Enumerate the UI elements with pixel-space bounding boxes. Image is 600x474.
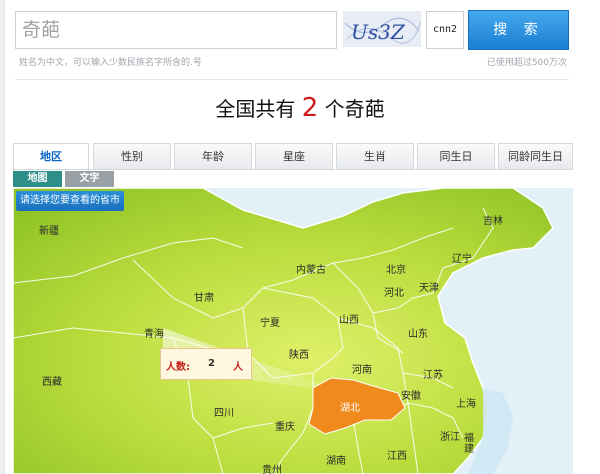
province-label-ningxia[interactable]: 宁夏 <box>260 314 280 329</box>
province-label-jiangsu[interactable]: 江苏 <box>423 366 443 381</box>
province-label-fujian[interactable]: 福建 <box>464 433 476 455</box>
province-label-sichuan[interactable]: 四川 <box>214 404 234 419</box>
province-label-shaanxi[interactable]: 陕西 <box>289 346 309 361</box>
province-label-jilin[interactable]: 吉林 <box>483 212 503 227</box>
tab-gender[interactable]: 性别 <box>93 143 171 170</box>
tooltip-unit: 人 <box>233 362 243 373</box>
province-label-anhui[interactable]: 安徽 <box>401 387 421 402</box>
headline-prefix: 全国共有 <box>215 97 296 121</box>
page-title: 全国共有 2 个奇葩 <box>0 93 600 123</box>
tab-region[interactable]: 地区 <box>13 143 89 171</box>
usage-count: 已使用超过500万次 <box>486 58 567 68</box>
province-label-liaoning[interactable]: 辽宁 <box>452 250 472 265</box>
province-label-beijing[interactable]: 北京 <box>386 261 406 276</box>
province-label-gansu[interactable]: 甘肃 <box>194 289 214 304</box>
tab-underline <box>13 169 573 170</box>
headline-count: 2 <box>301 93 319 123</box>
tab-same-age-birthday[interactable]: 同龄同生日 <box>498 143 573 170</box>
left-edge-strip <box>0 0 5 474</box>
tab-zodiac[interactable]: 生肖 <box>336 143 414 170</box>
headline-suffix: 个奇葩 <box>324 97 385 121</box>
count-tooltip: 人数: 2 人 <box>160 348 252 380</box>
province-label-hubei[interactable]: 湖北 <box>340 399 360 414</box>
search-button[interactable]: 搜 索 <box>468 10 569 50</box>
tab-same-birthday[interactable]: 同生日 <box>417 143 495 170</box>
input-hint: 姓名为中文，可以输入少数民族名字所含的.号 <box>19 58 202 68</box>
province-label-shanghai[interactable]: 上海 <box>456 395 476 410</box>
province-label-zhejiang[interactable]: 浙江 <box>440 428 460 443</box>
province-label-shanxi[interactable]: 山西 <box>339 311 359 326</box>
province-label-neimenggu[interactable]: 内蒙古 <box>296 261 326 276</box>
tooltip-count: 2 <box>208 358 215 369</box>
province-label-henan[interactable]: 河南 <box>352 361 372 376</box>
province-label-tianjin[interactable]: 天津 <box>419 279 439 294</box>
china-map[interactable]: 请选择您要查看的省市 新疆 吉林 辽宁 内蒙古 北京 天津 甘肃 河北 宁夏 山… <box>13 188 573 474</box>
province-label-chongqing[interactable]: 重庆 <box>275 418 295 433</box>
tab-constellation[interactable]: 星座 <box>255 143 333 170</box>
divider <box>15 79 569 80</box>
captcha-image[interactable]: Us3Z <box>343 11 421 47</box>
name-search-input[interactable]: 奇葩 <box>15 11 337 49</box>
province-label-guizhou[interactable]: 贵州 <box>262 461 282 474</box>
province-label-hebei[interactable]: 河北 <box>384 284 404 299</box>
captcha-text: Us3Z <box>351 20 406 44</box>
province-label-qinghai[interactable]: 青海 <box>144 325 164 340</box>
choose-province-button[interactable]: 请选择您要查看的省市 <box>16 191 124 211</box>
province-label-jiangxi[interactable]: 江西 <box>387 447 407 462</box>
province-label-hunan[interactable]: 湖南 <box>326 452 346 467</box>
subtab-map[interactable]: 地图 <box>13 171 62 187</box>
province-label-xizang[interactable]: 西藏 <box>42 373 62 388</box>
tooltip-label: 人数: <box>166 362 190 373</box>
category-tabs: 地区 性别 年龄 星座 生肖 同生日 同龄同生日 <box>13 143 573 171</box>
subtab-text[interactable]: 文字 <box>65 171 114 187</box>
province-label-shandong[interactable]: 山东 <box>408 325 428 340</box>
province-label-xinjiang[interactable]: 新疆 <box>39 222 59 237</box>
captcha-code-input[interactable]: cnn2 <box>426 11 464 49</box>
tab-age[interactable]: 年龄 <box>174 143 252 170</box>
